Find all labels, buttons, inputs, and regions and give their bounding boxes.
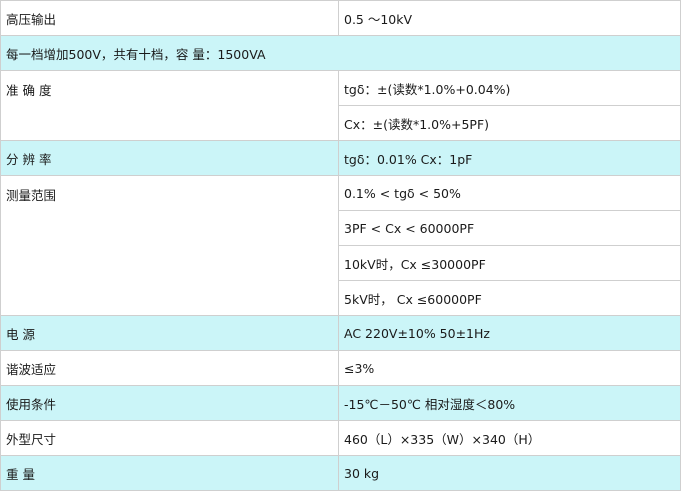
row-value: ≤3% [338, 350, 681, 386]
row-label-high-voltage-output: 高压输出 [0, 0, 339, 36]
row-label-harmonic-tolerance: 谐波适应 [0, 350, 339, 386]
table-row: 使用条件 -15℃－50℃ 相对湿度＜80% [0, 385, 681, 421]
row-value: 30 kg [338, 455, 681, 491]
table-row: 谐波适应 ≤3% [0, 350, 681, 386]
row-label-accuracy: 准 确 度 [0, 70, 339, 141]
table-row: 每一档增加500V，共有十档，容 量：1500VA [0, 35, 681, 71]
row-value: tgδ：±(读数*1.0%+0.04%) [338, 70, 681, 106]
full-row-note: 每一档增加500V，共有十档，容 量：1500VA [0, 35, 681, 71]
row-label-measurement-range: 测量范围 [0, 175, 339, 316]
table-row: 外型尺寸 460（L）×335（W）×340（H） [0, 420, 681, 456]
row-value: 460（L）×335（W）×340（H） [338, 420, 681, 456]
table-row: 高压输出 0.5 ～10kV [0, 0, 681, 36]
table-row: 分 辨 率 tgδ：0.01% Cx：1pF [0, 140, 681, 176]
row-value: Cx：±(读数*1.0%+5PF) [338, 105, 681, 141]
row-value: 3PF < Cx < 60000PF [338, 210, 681, 246]
row-value: 5kV时， Cx ≤60000PF [338, 280, 681, 316]
table-row: 准 确 度 tgδ：±(读数*1.0%+0.04%) [0, 70, 681, 141]
row-label-dimensions: 外型尺寸 [0, 420, 339, 456]
row-label-operating-conditions: 使用条件 [0, 385, 339, 421]
spec-table: 高压输出 0.5 ～10kV 每一档增加500V，共有十档，容 量：1500VA… [0, 0, 681, 491]
row-value: 0.1% < tgδ < 50% [338, 175, 681, 211]
row-value: tgδ：0.01% Cx：1pF [338, 140, 681, 176]
row-label-resolution: 分 辨 率 [0, 140, 339, 176]
table-row: 电 源 AC 220V±10% 50±1Hz [0, 315, 681, 351]
table-row: 测量范围 0.1% < tgδ < 50% [0, 175, 681, 316]
row-value: 0.5 ～10kV [338, 0, 681, 36]
row-value: AC 220V±10% 50±1Hz [338, 315, 681, 351]
row-value: -15℃－50℃ 相对湿度＜80% [338, 385, 681, 421]
row-value: 10kV时，Cx ≤30000PF [338, 245, 681, 281]
row-label-power-supply: 电 源 [0, 315, 339, 351]
row-label-weight: 重 量 [0, 455, 339, 491]
table-row: 重 量 30 kg [0, 455, 681, 491]
